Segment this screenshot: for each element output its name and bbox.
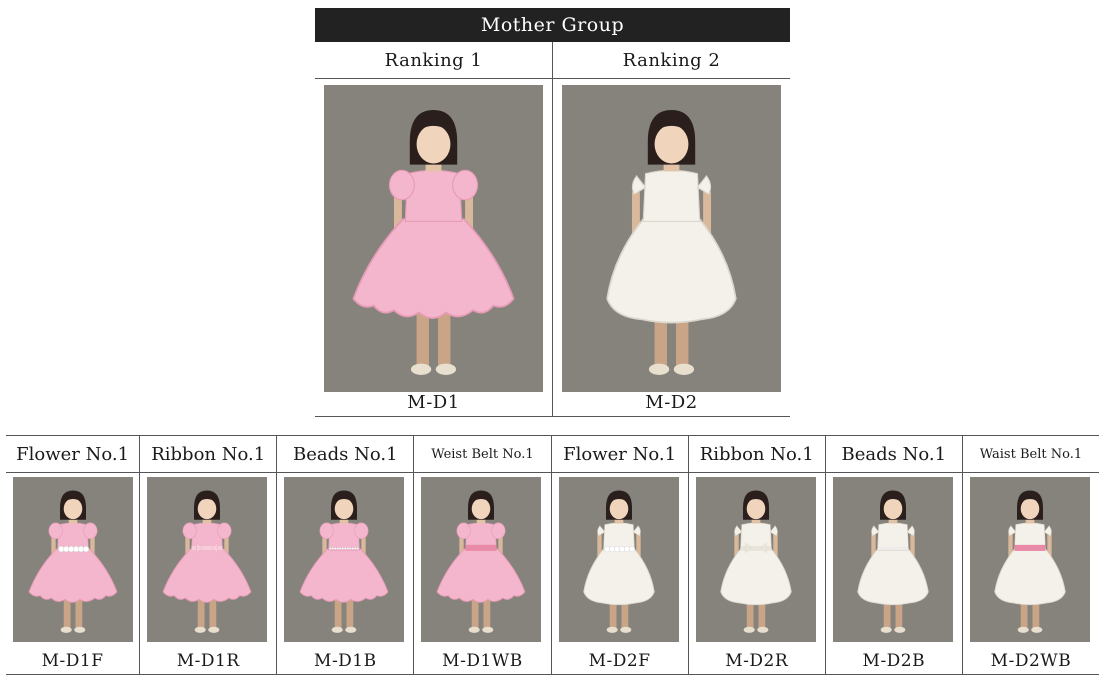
variant-photo [969, 477, 1090, 642]
ranking-1-cell: M-D1 [315, 79, 552, 416]
variant-label: Ribbon No.1 [688, 436, 825, 473]
variant-photo [832, 477, 953, 642]
mother-group-title: Mother Group [480, 14, 625, 36]
mother-group-table: Mother Group Ranking 1 Ranking 2 M-D1 M-… [315, 8, 790, 417]
variant-table: Flower No.1 M-D1F Ribbon No.1 M-D1R Bead… [6, 435, 1100, 675]
ranking-photo-row: M-D1 M-D2 [315, 79, 790, 417]
variant-code: M-D2WB [990, 651, 1072, 671]
variant-label: Flower No.1 [6, 436, 140, 473]
mother-group-header: Mother Group [315, 8, 790, 42]
ranking-2-cell: M-D2 [552, 79, 790, 416]
variant-code: M-D1F [41, 651, 104, 671]
variant-cell-m-d1r: Ribbon No.1 M-D1R [139, 436, 277, 674]
variant-photo [284, 477, 405, 642]
variant-photo [695, 477, 816, 642]
variant-photo [13, 477, 133, 642]
ranking-1-label: Ranking 1 [384, 49, 483, 71]
variant-photo [147, 477, 268, 642]
variant-photo [421, 477, 542, 642]
variant-code: M-D2F [588, 651, 651, 671]
variant-cell-m-d1wb: Weist Belt No.1 M-D1WB [413, 436, 551, 674]
variant-code: M-D2B [862, 651, 926, 671]
variant-code: M-D1B [314, 651, 377, 671]
ranking-1-code: M-D1 [407, 392, 460, 413]
variant-cell-m-d2b: Beads No.1 M-D2B [824, 436, 962, 674]
variant-cell-m-d2r: Ribbon No.1 M-D2R [687, 436, 825, 674]
ranking-2-code: M-D2 [645, 392, 698, 413]
variant-cell-m-d1f: Flower No.1 M-D1F [6, 436, 140, 674]
variant-cell-m-d1b: Beads No.1 M-D1B [276, 436, 414, 674]
pink-dress-girl-photo [324, 85, 543, 392]
variant-code: M-D2R [725, 651, 789, 671]
ranking-2-label: Ranking 2 [552, 42, 790, 78]
variant-cell-m-d2wb: Waist Belt No.1 M-D2WB [961, 436, 1100, 674]
variant-label: Beads No.1 [825, 436, 962, 473]
variant-code: M-D1R [176, 651, 240, 671]
white-dress-girl-photo [562, 85, 781, 392]
variant-label: Weist Belt No.1 [414, 436, 551, 473]
variant-label: Flower No.1 [551, 436, 688, 473]
variant-label: Ribbon No.1 [140, 436, 277, 473]
variant-label: Waist Belt No.1 [962, 436, 1100, 473]
variant-code: M-D1WB [442, 651, 523, 671]
variant-photo [558, 477, 679, 642]
variant-cell-m-d2f: Flower No.1 M-D2F [550, 436, 688, 674]
variant-row: Flower No.1 M-D1F Ribbon No.1 M-D1R Bead… [6, 436, 1100, 674]
ranking-header-row: Ranking 1 Ranking 2 [315, 42, 790, 79]
variant-label: Beads No.1 [277, 436, 414, 473]
